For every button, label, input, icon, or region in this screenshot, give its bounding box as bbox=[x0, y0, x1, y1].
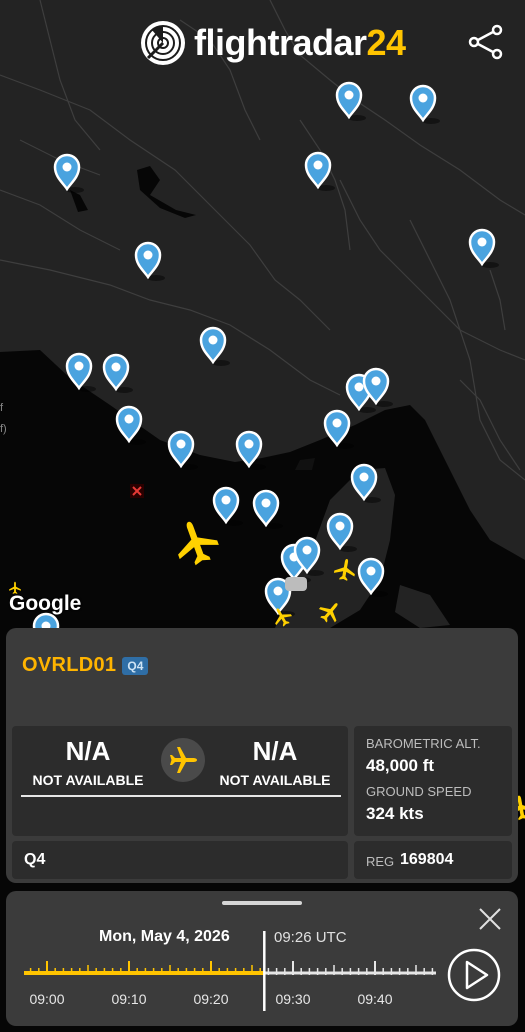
play-icon[interactable] bbox=[446, 947, 502, 1003]
aircraft-type: Q4 bbox=[24, 851, 46, 868]
reg-value: 169804 bbox=[400, 851, 454, 868]
playback-panel[interactable]: Mon, May 4, 2026 09:26 UTC 09:00 09:10 09:… bbox=[6, 891, 518, 1026]
speed-label: GROUND SPEED bbox=[366, 784, 472, 799]
altitude-value: 48,000 ft bbox=[366, 756, 435, 775]
callsign: OVRLD01 bbox=[22, 654, 117, 676]
radar-logo-icon bbox=[141, 21, 185, 65]
timeline-tick-label: 09:10 bbox=[111, 991, 146, 1007]
logo-text: flightradar24 bbox=[194, 22, 406, 64]
destination-status: NOT AVAILABLE bbox=[219, 772, 331, 788]
origin-code: N/A bbox=[65, 736, 111, 766]
reg-label: REG bbox=[366, 854, 395, 869]
timeline-tick-label: 09:40 bbox=[357, 991, 392, 1007]
destination-code: N/A bbox=[252, 736, 298, 766]
aircraft-type-badge: Q4 bbox=[122, 656, 149, 675]
origin-status: NOT AVAILABLE bbox=[32, 772, 144, 788]
close-icon[interactable] bbox=[476, 905, 504, 933]
app-logo[interactable]: flightradar24 bbox=[140, 16, 406, 70]
timeline-tick-label: 09:00 bbox=[29, 991, 64, 1007]
ground-vehicle-marker[interactable] bbox=[130, 484, 144, 498]
registration-box[interactable]: REG 169804 bbox=[354, 841, 512, 879]
flight-info-panel[interactable]: OVRLD01 Q4 N/A NOT AVAILABLE N/A NOT AVA… bbox=[6, 628, 518, 883]
route-progress-line bbox=[21, 795, 341, 797]
drag-handle[interactable] bbox=[222, 901, 302, 905]
route-plane-badge bbox=[161, 738, 205, 782]
timeline-tick-label: 09:30 bbox=[275, 991, 310, 1007]
flight-stats[interactable]: BAROMETRIC ALT. 48,000 ft GROUND SPEED 3… bbox=[354, 726, 512, 836]
timeline-tick-label: 09:20 bbox=[193, 991, 228, 1007]
google-watermark: Google bbox=[9, 592, 82, 615]
airplane-icon bbox=[170, 747, 197, 773]
aircraft-type-box[interactable]: Q4 bbox=[12, 841, 348, 879]
top-bar: flightradar24 bbox=[0, 0, 525, 90]
logo-number: 24 bbox=[366, 22, 407, 63]
map-edge-label: f) bbox=[0, 423, 7, 435]
altitude-label: BAROMETRIC ALT. bbox=[366, 736, 481, 751]
airport-marker[interactable] bbox=[285, 577, 307, 591]
playback-timeline[interactable]: 09:00 09:10 09:20 09:30 09:40 bbox=[6, 931, 446, 1011]
logo-word: flightradar bbox=[194, 22, 367, 63]
callsign-row: OVRLD01 Q4 bbox=[22, 654, 149, 677]
speed-value: 324 kts bbox=[366, 804, 424, 823]
route-box[interactable]: N/A NOT AVAILABLE N/A NOT AVAILABLE bbox=[12, 726, 348, 836]
share-icon[interactable] bbox=[466, 22, 506, 62]
map-edge-label: f bbox=[0, 402, 4, 414]
